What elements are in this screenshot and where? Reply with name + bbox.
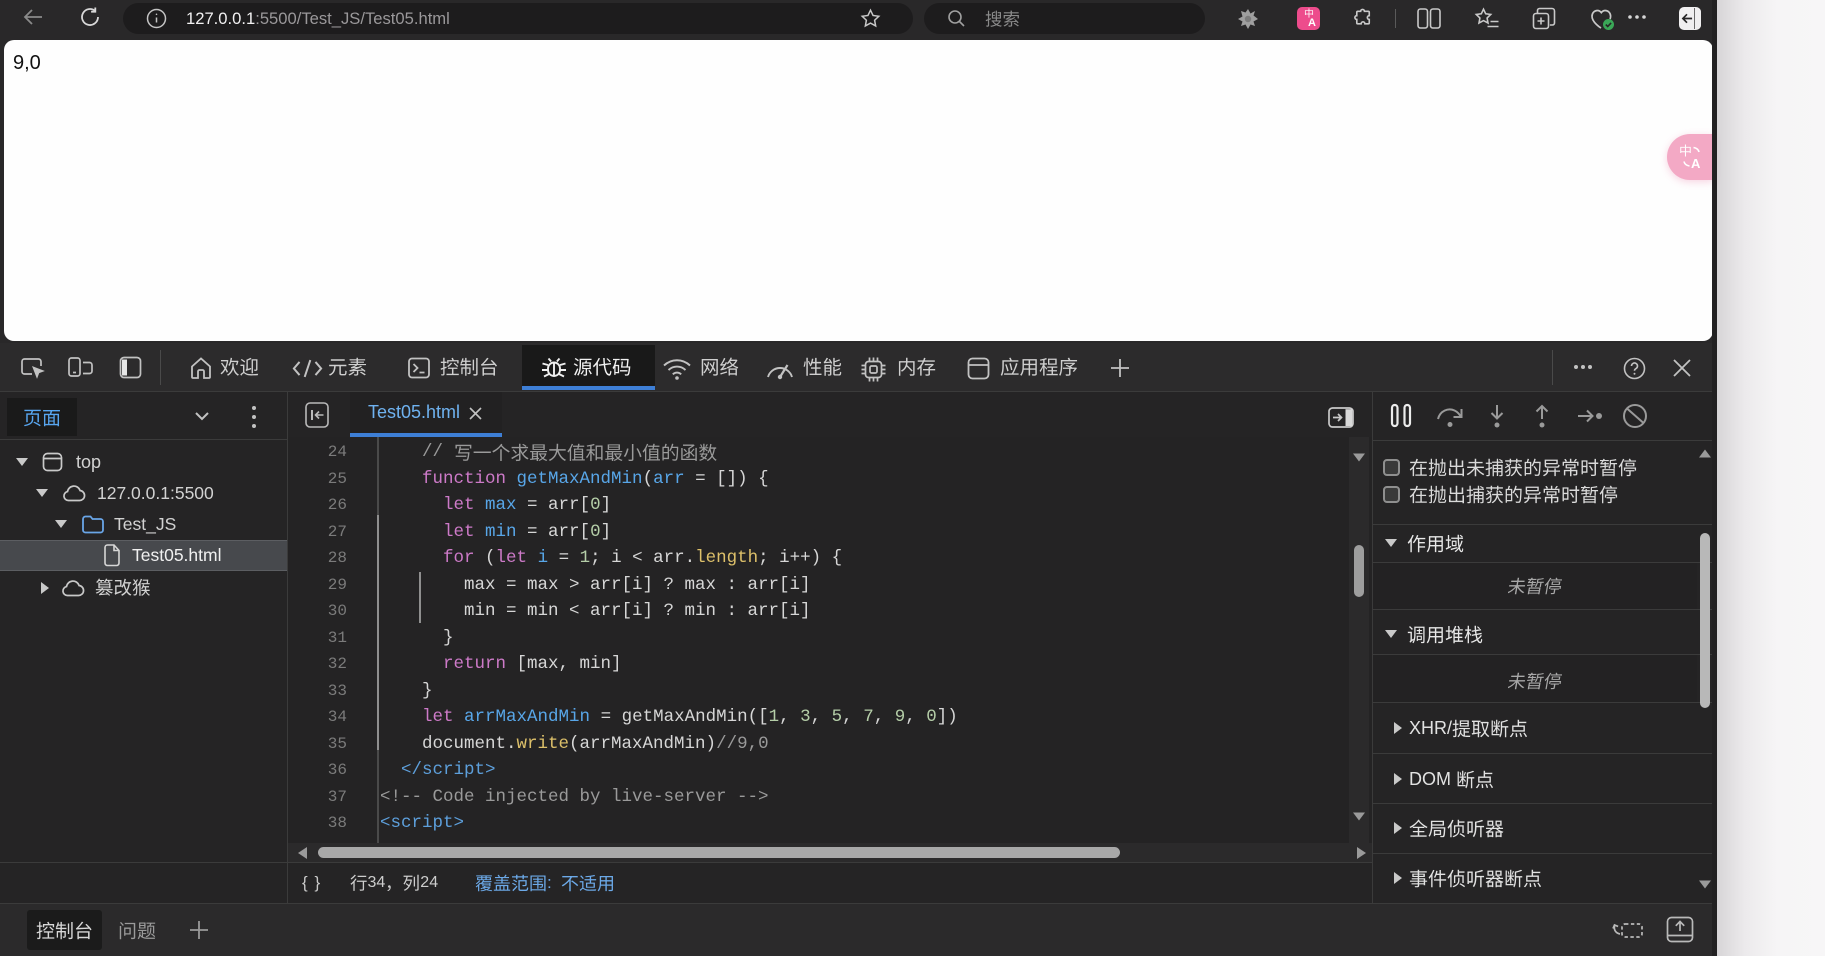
svg-text:A: A: [1691, 156, 1701, 171]
